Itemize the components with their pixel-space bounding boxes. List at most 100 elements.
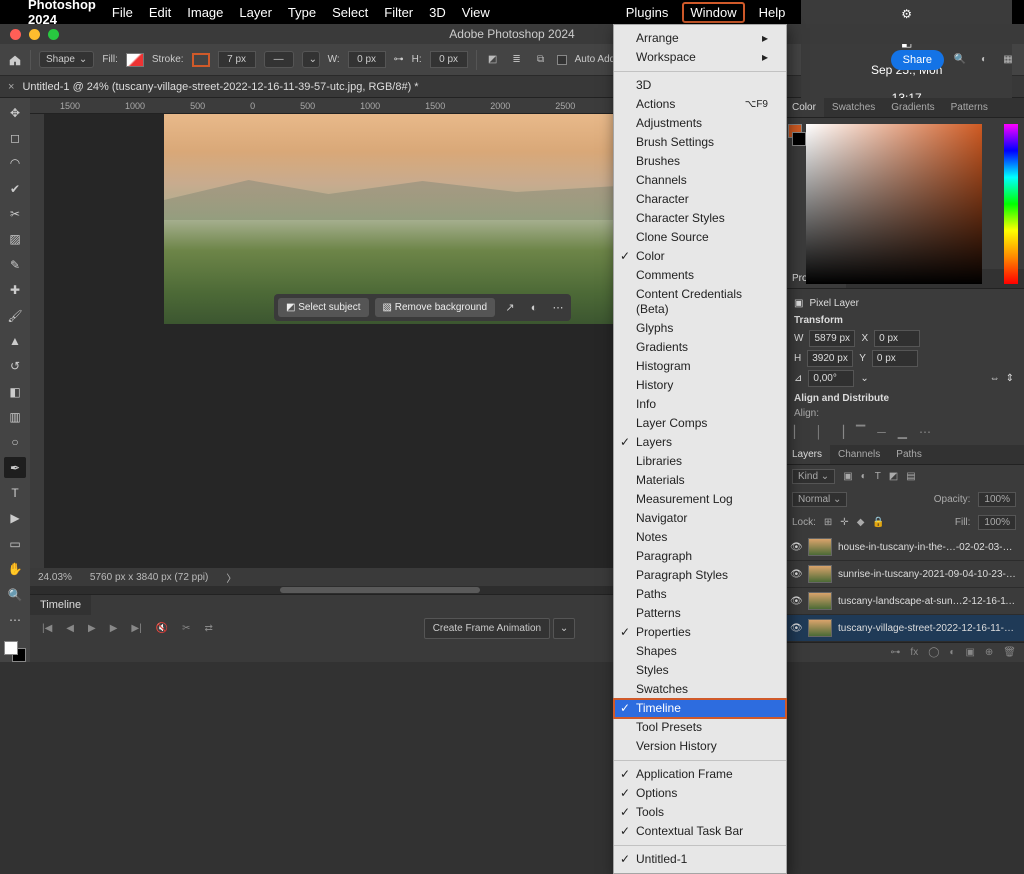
tab-layers[interactable]: Layers: [784, 445, 830, 464]
shape-tool[interactable]: ▭: [4, 533, 26, 554]
remove-background-button[interactable]: ▧ Remove background: [375, 298, 496, 317]
menu-select[interactable]: Select: [332, 5, 368, 20]
ctx-mask-icon[interactable]: ◐: [525, 299, 543, 317]
group-icon[interactable]: ▣: [965, 647, 974, 658]
layer-row[interactable]: 👁tuscany-village-street-2022-12-16-11-39…: [784, 615, 1024, 642]
menu-item-workspace[interactable]: Workspace▸: [614, 48, 786, 67]
adjustment-layer-icon[interactable]: ◐: [949, 647, 955, 658]
ctx-more-icon[interactable]: ⋯: [549, 299, 567, 317]
menu-item-actions[interactable]: Actions⌥F9: [614, 95, 786, 114]
menu-item-info[interactable]: Info: [614, 395, 786, 414]
eraser-tool[interactable]: ◧: [4, 381, 26, 402]
menu-item-paragraph[interactable]: Paragraph: [614, 547, 786, 566]
menu-item-patterns[interactable]: Patterns: [614, 604, 786, 623]
menu-item-channels[interactable]: Channels: [614, 171, 786, 190]
menu-item-gradients[interactable]: Gradients: [614, 338, 786, 357]
opacity-input[interactable]: 100%: [978, 492, 1016, 507]
help-icon[interactable]: ◐: [976, 52, 992, 68]
stroke-type-select[interactable]: —: [264, 51, 294, 68]
menu-item-timeline[interactable]: ✓Timeline: [614, 699, 786, 718]
color-picker-hue[interactable]: [1004, 124, 1018, 284]
width-input[interactable]: 0 px: [348, 51, 386, 68]
menu-image[interactable]: Image: [187, 5, 223, 20]
menu-type[interactable]: Type: [288, 5, 316, 20]
quick-select-tool[interactable]: ✔: [4, 178, 26, 199]
tl-split-icon[interactable]: ✂: [182, 623, 190, 634]
marquee-tool[interactable]: ◻: [4, 127, 26, 148]
history-brush-tool[interactable]: ↺: [4, 356, 26, 377]
window-minimize[interactable]: [29, 29, 40, 40]
tab-gradients[interactable]: Gradients: [883, 98, 942, 117]
menubar-app[interactable]: Photoshop 2024: [28, 0, 96, 27]
menu-filter[interactable]: Filter: [384, 5, 413, 20]
menu-layer[interactable]: Layer: [239, 5, 272, 20]
layer-row[interactable]: 👁house-in-tuscany-in-the-…-02-02-03-48-1…: [784, 534, 1024, 561]
shape-mode-select[interactable]: Shape⌄: [39, 51, 94, 68]
timeline-tab[interactable]: Timeline: [30, 595, 91, 615]
lock-pixels-icon[interactable]: ◆: [857, 517, 865, 528]
menu-item-3d[interactable]: 3D: [614, 76, 786, 95]
blur-tool[interactable]: ○: [4, 432, 26, 453]
menu-item-adjustments[interactable]: Adjustments: [614, 114, 786, 133]
filter-pixel-icon[interactable]: ▣: [843, 471, 852, 482]
menu-item-materials[interactable]: Materials: [614, 471, 786, 490]
visibility-icon[interactable]: 👁: [790, 569, 802, 580]
menu-edit[interactable]: Edit: [149, 5, 171, 20]
document-tab-title[interactable]: Untitled-1 @ 24% (tuscany-village-street…: [22, 81, 418, 93]
flip-v-icon[interactable]: ⇕: [1006, 373, 1014, 384]
edit-toolbar[interactable]: ⋯: [4, 609, 26, 630]
crop-tool[interactable]: ✂: [4, 203, 26, 224]
menu-item-character[interactable]: Character: [614, 190, 786, 209]
menu-item-layer-comps[interactable]: Layer Comps: [614, 414, 786, 433]
menu-item-navigator[interactable]: Navigator: [614, 509, 786, 528]
tl-play[interactable]: ▶: [88, 623, 96, 634]
filter-adjust-icon[interactable]: ◐: [861, 471, 867, 482]
share-button[interactable]: Share: [891, 50, 944, 70]
prop-h-input[interactable]: 3920 px: [807, 350, 853, 367]
menu-file[interactable]: File: [112, 5, 133, 20]
tab-paths[interactable]: Paths: [888, 445, 930, 464]
ctx-transform-icon[interactable]: ↗: [501, 299, 519, 317]
move-tool[interactable]: ✥: [4, 102, 26, 123]
menu-item-history[interactable]: History: [614, 376, 786, 395]
path-ops-icon[interactable]: ◩: [485, 52, 501, 68]
stroke-width-input[interactable]: 7 px: [218, 51, 256, 68]
align-center-v-icon[interactable]: ─: [877, 425, 886, 439]
zoom-level[interactable]: 24.03%: [38, 572, 72, 583]
menu-item-brushes[interactable]: Brushes: [614, 152, 786, 171]
layer-row[interactable]: 👁sunrise-in-tuscany-2021-09-04-10-23-20-…: [784, 561, 1024, 588]
menu-item-shapes[interactable]: Shapes: [614, 642, 786, 661]
menu-plugins[interactable]: Plugins: [626, 5, 669, 20]
heal-tool[interactable]: ✚: [4, 280, 26, 301]
doc-info[interactable]: 5760 px x 3840 px (72 ppi): [90, 572, 208, 583]
menu-item-clone-source[interactable]: Clone Source: [614, 228, 786, 247]
search-icon[interactable]: 🔍: [952, 52, 968, 68]
new-layer-icon[interactable]: ⊕: [985, 647, 993, 658]
align-top-icon[interactable]: ▔: [856, 425, 865, 439]
tl-transition-icon[interactable]: ⇄: [205, 623, 213, 634]
layer-row[interactable]: 👁tuscany-landscape-at-sun…2-12-16-11-07-…: [784, 588, 1024, 615]
home-icon[interactable]: [8, 53, 22, 67]
layer-fx-icon[interactable]: fx: [910, 647, 918, 658]
tl-audio-icon[interactable]: 🔇: [156, 623, 168, 634]
menu-item-contextual-task-bar[interactable]: ✓Contextual Task Bar: [614, 822, 786, 841]
menu-item-paths[interactable]: Paths: [614, 585, 786, 604]
menu-item-measurement-log[interactable]: Measurement Log: [614, 490, 786, 509]
menu-item-comments[interactable]: Comments: [614, 266, 786, 285]
prop-w-input[interactable]: 5879 px: [809, 330, 855, 347]
visibility-icon[interactable]: 👁: [790, 596, 802, 607]
prop-x-input[interactable]: 0 px: [874, 330, 920, 347]
menu-item-color[interactable]: ✓Color: [614, 247, 786, 266]
fill-opacity-input[interactable]: 100%: [978, 515, 1016, 530]
tl-next-frame[interactable]: ▶: [110, 623, 118, 634]
filter-type-icon[interactable]: T: [875, 471, 881, 482]
visibility-icon[interactable]: 👁: [790, 542, 802, 553]
align-center-h-icon[interactable]: │: [815, 425, 823, 439]
link-layers-icon[interactable]: ⊶: [890, 647, 900, 658]
hand-tool[interactable]: ✋: [4, 558, 26, 579]
menu-item-histogram[interactable]: Histogram: [614, 357, 786, 376]
menu-item-content-credentials-beta-[interactable]: Content Credentials (Beta): [614, 285, 786, 319]
tab-color[interactable]: Color: [784, 98, 824, 117]
blend-mode-select[interactable]: Normal ⌄: [792, 492, 847, 507]
tl-prev-frame[interactable]: ◀: [66, 623, 74, 634]
